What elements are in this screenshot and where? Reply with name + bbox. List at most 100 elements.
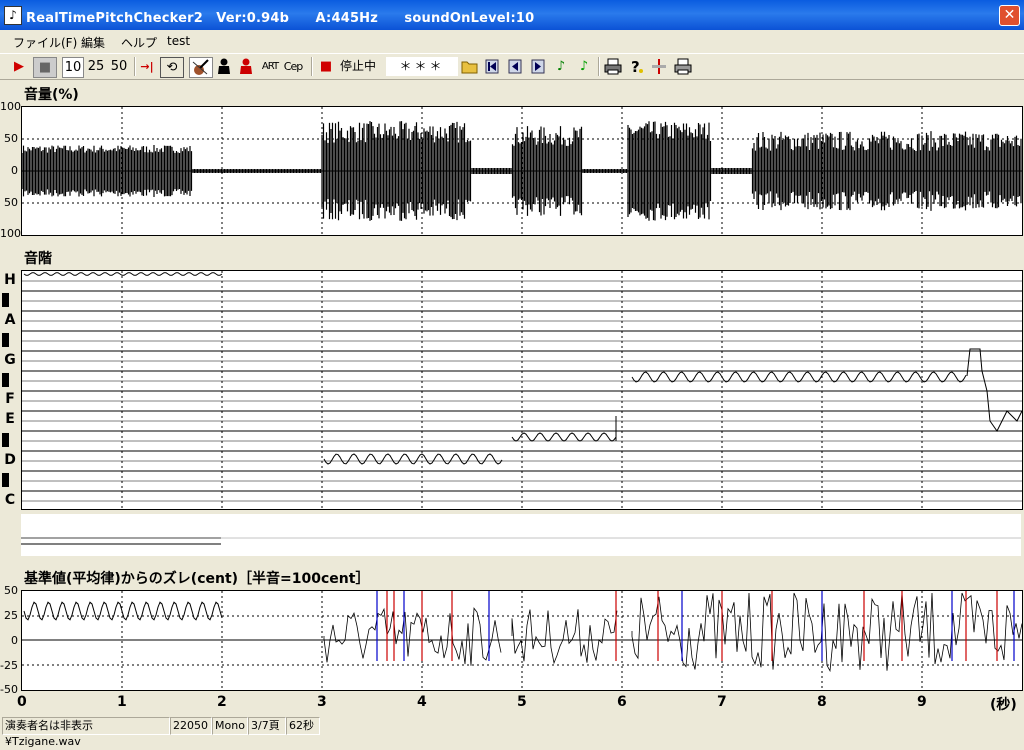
title-bar: ♪ RealTimePitchChecker2 Ver:0.94b A:445H… (0, 0, 1024, 30)
close-button[interactable]: ✕ (999, 5, 1020, 26)
printer-icon (604, 58, 622, 75)
pitch-readout: ＊＊＊ (386, 57, 458, 76)
x-axis-unit: (秒) (990, 697, 1017, 713)
cent-deviation-trace (22, 591, 1022, 690)
zoom-10-button[interactable]: 10 (62, 57, 84, 78)
go-first-button[interactable] (484, 57, 500, 76)
toolbar: ▶ ■ 10 25 50 →| ⟲ ART Cep ■ 停止中 ＊＊＊ ♪ ♪ … (0, 53, 1024, 80)
go-end-button[interactable]: →| (138, 57, 156, 76)
volume-label: 音量(%) (24, 87, 79, 103)
cent-deviation-panel (21, 590, 1023, 691)
status-page: 3/7頁 (248, 717, 286, 735)
pitch-segment (631, 371, 967, 383)
note-down-button[interactable]: ♪ (553, 57, 569, 76)
menu-bar: ファイル(F) 編集 ヘルプ test (0, 31, 1024, 53)
scale-label: 音階 (24, 251, 52, 267)
violin-icon (192, 59, 209, 75)
cent-segment (323, 607, 502, 666)
note-label-h: H (4, 272, 16, 288)
menu-file[interactable]: ファイル(F) (13, 34, 77, 51)
note-label-e: E (5, 411, 15, 427)
status-channels: Mono (212, 717, 248, 735)
black-key (2, 473, 9, 487)
folder-open-icon (461, 61, 478, 74)
printer-setup-icon (674, 58, 692, 75)
toolbar-separator (598, 57, 600, 76)
note-label-f: F (5, 391, 15, 407)
status-bar: 演奏者名は非表示¥Tzigane.wav 22050 Mono 3/7頁 62秒 (0, 714, 1024, 748)
volume-waveform (22, 107, 1022, 235)
next-page-button[interactable] (530, 57, 546, 76)
help-button[interactable]: ? (628, 57, 644, 76)
play-button[interactable]: ▶ (10, 57, 28, 76)
pitch-segment (23, 272, 223, 276)
stop-indicator-icon: ■ (319, 59, 333, 74)
zoom-25-button[interactable]: 25 (86, 57, 106, 76)
toolbar-separator (311, 57, 313, 76)
status-sample-rate: 22050 (170, 717, 212, 735)
x-tick: 5 (517, 694, 527, 710)
x-tick: 9 (917, 694, 927, 710)
cent-y-tick: 25 (4, 609, 18, 622)
cent-segment (631, 592, 1022, 673)
volume-y-tick: 50 (4, 132, 18, 145)
app-icon: ♪ (4, 6, 22, 25)
x-tick: 4 (417, 694, 427, 710)
volume-y-tick: 100 (0, 227, 21, 240)
window-title: RealTimePitchChecker2 Ver:0.94b A:445Hz … (26, 11, 535, 26)
person-red-icon (240, 58, 252, 74)
x-tick: 7 (717, 694, 727, 710)
pitch-trace (22, 271, 1022, 509)
x-tick: 8 (817, 694, 827, 710)
octave-strip-trace (21, 537, 1021, 545)
loop-button[interactable]: ⟲ (160, 57, 184, 78)
pitch-scale-panel (21, 270, 1023, 510)
volume-y-tick: 50 (4, 196, 18, 209)
black-key (2, 373, 9, 387)
note-label-d: D (4, 452, 16, 468)
menu-test[interactable]: test (167, 34, 190, 48)
black-key (2, 333, 9, 347)
cent-segment (511, 609, 618, 665)
black-key (2, 293, 9, 307)
pitch-segment (511, 432, 617, 442)
pitch-segment (966, 348, 1022, 432)
menu-help[interactable]: ヘルプ (121, 34, 157, 51)
black-key (2, 433, 9, 447)
marker-icon (652, 59, 666, 74)
cent-label: 基準値(平均律)からのズレ(cent)［半音=100cent］ (24, 571, 370, 587)
cep-button[interactable]: Cep (283, 57, 303, 76)
art-button[interactable]: ART (260, 57, 280, 76)
zoom-50-button[interactable]: 50 (109, 57, 129, 76)
note-up-button[interactable]: ♪ (576, 57, 592, 76)
menu-edit[interactable]: 編集 (81, 34, 105, 51)
print-setup-button[interactable] (674, 57, 692, 76)
x-tick: 0 (17, 694, 27, 710)
volume-waveform-panel (21, 106, 1023, 236)
singer-button[interactable] (237, 57, 255, 76)
violin-button[interactable] (189, 57, 213, 78)
player-button[interactable] (215, 57, 233, 76)
marker-button[interactable] (650, 57, 668, 76)
x-tick: 2 (217, 694, 227, 710)
note-label-c: C (4, 492, 16, 508)
octave-strip (21, 514, 1021, 556)
status-filename: 演奏者名は非表示¥Tzigane.wav (2, 717, 170, 748)
open-button[interactable] (461, 57, 479, 76)
svg-text:?: ? (631, 58, 640, 76)
x-tick: 6 (617, 694, 627, 710)
volume-y-tick: 100 (0, 100, 21, 113)
cent-y-tick: 50 (4, 584, 18, 597)
skip-start-icon (485, 59, 499, 74)
print-button[interactable] (604, 57, 622, 76)
note-label-a: A (4, 312, 16, 328)
prev-page-button[interactable] (507, 57, 523, 76)
help-icon: ? (631, 58, 643, 76)
prev-icon (508, 59, 522, 74)
cent-segment (23, 601, 223, 621)
cent-y-tick: 0 (11, 634, 18, 647)
toolbar-separator (134, 57, 136, 76)
note-label-g: G (4, 352, 16, 368)
stop-button[interactable]: ■ (33, 57, 57, 78)
volume-y-tick: 0 (11, 164, 18, 177)
